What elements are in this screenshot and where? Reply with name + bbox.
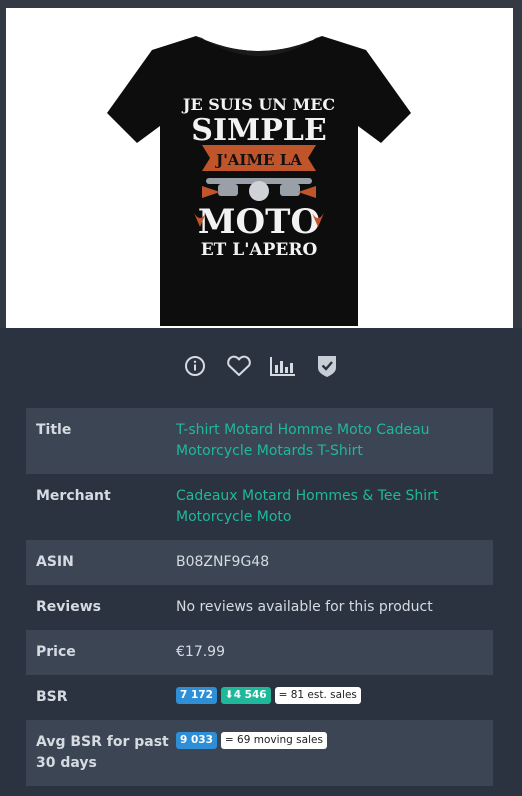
- action-bar: [0, 346, 522, 386]
- asin-value: B08ZNF9G48: [176, 554, 270, 570]
- price-value: €17.99: [176, 644, 225, 660]
- bsr-sales-badge: = 81 est. sales: [274, 687, 361, 704]
- merchant-label: Merchant: [36, 488, 111, 504]
- reviews-label: Reviews: [36, 599, 101, 615]
- merchant-row: Merchant Cadeaux Motard Hommes & Tee Shi…: [26, 474, 493, 540]
- bsr-current-badge: 7 172: [176, 687, 217, 704]
- tshirt-graphic: JE SUIS UN MEC SIMPLE J'AIME LA MOTO ET …: [107, 36, 411, 326]
- avg-bsr-badges: 9 033 = 69 moving sales: [176, 732, 483, 749]
- title-row: Title T-shirt Motard Homme Moto Cadeau M…: [26, 408, 493, 474]
- bsr-label: BSR: [36, 689, 68, 705]
- shirt-line-5: ET L'APERO: [201, 240, 318, 260]
- avg-bsr-sales-badge: = 69 moving sales: [220, 732, 327, 749]
- shirt-line-1: JE SUIS UN MEC: [181, 95, 335, 114]
- product-image[interactable]: JE SUIS UN MEC SIMPLE J'AIME LA MOTO ET …: [6, 8, 513, 328]
- price-label: Price: [36, 644, 76, 660]
- title-link[interactable]: T-shirt Motard Homme Moto Cadeau Motorcy…: [176, 422, 430, 459]
- avg-bsr-row: Avg BSR for past 30 days 9 033 = 69 movi…: [26, 720, 493, 786]
- asin-row: ASIN B08ZNF9G48: [26, 540, 493, 585]
- bar-chart-icon[interactable]: [269, 352, 297, 380]
- bsr-change-badge: ⬇4 546: [220, 687, 271, 704]
- shield-check-icon[interactable]: [313, 352, 341, 380]
- asin-label: ASIN: [36, 554, 74, 570]
- bsr-row: BSR 7 172 ⬇4 546 = 81 est. sales: [26, 675, 493, 720]
- shirt-line-2: SIMPLE: [191, 113, 326, 148]
- avg-bsr-badge: 9 033: [176, 732, 217, 749]
- heart-icon[interactable]: [225, 352, 253, 380]
- price-row: Price €17.99: [26, 630, 493, 675]
- reviews-value: No reviews available for this product: [176, 599, 433, 615]
- shirt-line-3: J'AIME LA: [214, 151, 302, 169]
- merchant-link[interactable]: Cadeaux Motard Hommes & Tee Shirt Motorc…: [176, 488, 438, 525]
- top-bar: [0, 0, 522, 8]
- frame-right: [513, 8, 522, 328]
- avg-bsr-label: Avg BSR for past 30 days: [36, 734, 169, 771]
- reviews-row: Reviews No reviews available for this pr…: [26, 585, 493, 630]
- product-details-table: Title T-shirt Motard Homme Moto Cadeau M…: [26, 408, 493, 786]
- bsr-badges: 7 172 ⬇4 546 = 81 est. sales: [176, 687, 483, 704]
- info-icon[interactable]: [181, 352, 209, 380]
- title-label: Title: [36, 422, 72, 438]
- shirt-line-4: MOTO: [198, 202, 320, 242]
